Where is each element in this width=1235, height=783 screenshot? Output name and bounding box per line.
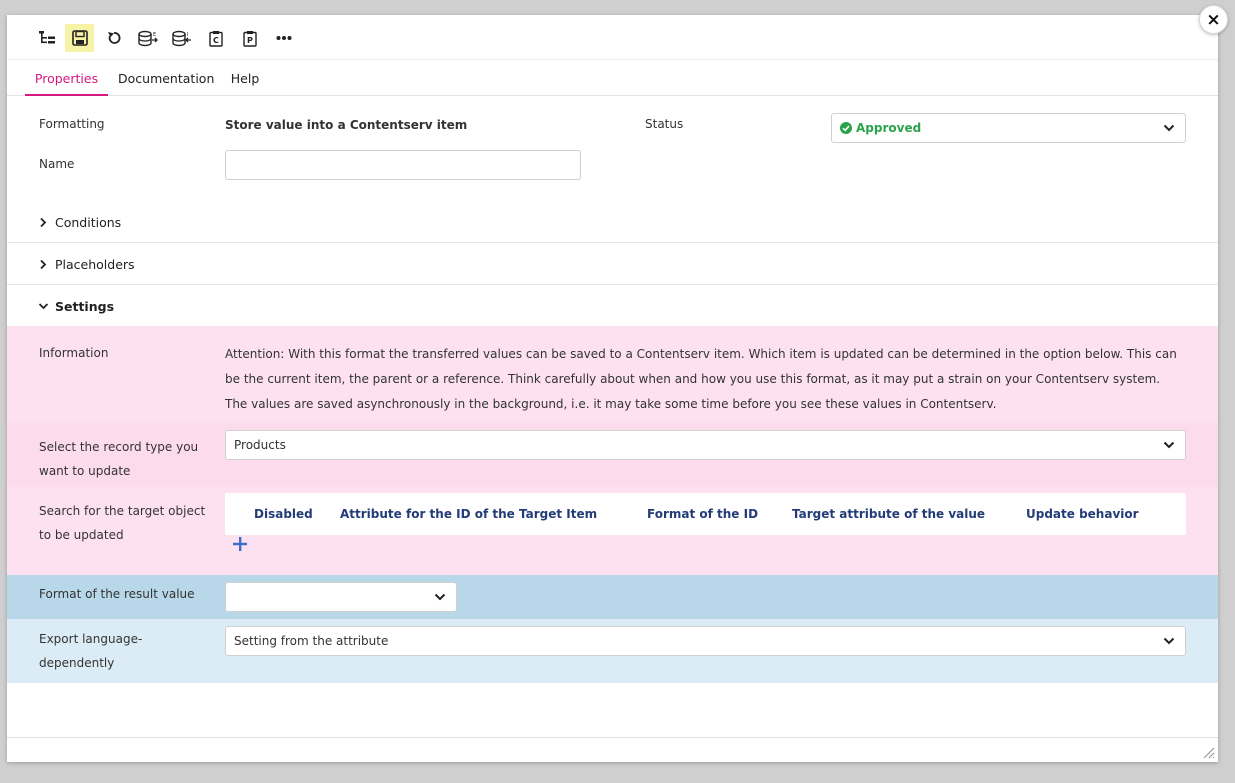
name-label: Name [39, 157, 75, 171]
column-attribute-id: Attribute for the ID of the Target Item [340, 507, 598, 521]
add-row-button[interactable] [233, 537, 247, 554]
chevron-down-icon [38, 303, 49, 310]
export-language-row: Export language-dependently Setting from… [7, 619, 1218, 683]
undo-icon [107, 32, 120, 44]
section-settings-label: Settings [55, 299, 115, 314]
record-type-value: Products [234, 438, 286, 452]
section-placeholders[interactable]: Placeholders [7, 243, 1218, 285]
save-button[interactable] [65, 24, 94, 52]
clipboard-p-button[interactable]: P [235, 24, 264, 52]
column-disabled: Disabled [254, 507, 313, 521]
tree-view-icon [38, 31, 55, 44]
clipboard-c-button[interactable]: C [201, 24, 230, 52]
search-target-row: Search for the target object to be updat… [7, 487, 1218, 575]
format-result-select[interactable] [225, 582, 457, 612]
clipboard-p-icon: P [242, 30, 257, 47]
chevron-down-icon [434, 593, 446, 601]
status-label: Status [645, 117, 684, 131]
chevron-down-icon [1163, 441, 1175, 449]
svg-text:P: P [247, 36, 253, 45]
close-icon: × [1206, 9, 1221, 30]
record-type-label: Select the record type you want to updat… [39, 440, 199, 478]
formatting-label: Formatting [39, 117, 105, 131]
footer-divider [7, 737, 1218, 738]
resize-handle-icon[interactable] [1201, 745, 1215, 759]
database-import-icon: I [171, 30, 191, 46]
information-row: Information Attention: With this format … [7, 326, 1218, 423]
save-icon [71, 30, 88, 46]
svg-text:I: I [187, 32, 188, 38]
export-language-value: Setting from the attribute [234, 634, 389, 648]
section-conditions-label: Conditions [55, 215, 122, 230]
column-format-id: Format of the ID [647, 507, 759, 521]
export-language-label: Export language-dependently [39, 632, 143, 670]
information-label: Information [39, 346, 109, 360]
formatting-value: Store value into a Contentserv item [225, 118, 468, 132]
status-value: Approved [856, 121, 922, 135]
section-placeholders-label: Placeholders [55, 257, 135, 272]
section-conditions[interactable]: Conditions [7, 201, 1218, 243]
export-language-select[interactable]: Setting from the attribute [225, 626, 1186, 656]
tree-view-button[interactable] [32, 24, 61, 52]
more-button[interactable] [269, 24, 298, 52]
tab-help[interactable]: Help [229, 60, 261, 96]
undo-button[interactable] [99, 24, 128, 52]
svg-text:C: C [213, 36, 219, 45]
chevron-right-icon [40, 259, 47, 270]
format-result-row: Format of the result value [7, 575, 1218, 619]
close-button[interactable]: × [1199, 5, 1228, 34]
format-result-label: Format of the result value [39, 587, 195, 601]
chevron-down-icon [1163, 637, 1175, 645]
column-target-attribute: Target attribute of the value [792, 507, 986, 521]
tab-bar: Properties Documentation Help [7, 60, 1218, 96]
record-type-row: Select the record type you want to updat… [7, 423, 1218, 487]
information-text: Attention: With this format the transfer… [225, 347, 1177, 411]
name-input[interactable] [225, 150, 581, 180]
record-type-select[interactable]: Products [225, 430, 1186, 460]
more-icon [276, 36, 291, 40]
check-circle-icon [840, 122, 852, 134]
target-table-header: Disabled Attribute for the ID of the Tar… [225, 493, 1186, 535]
column-update-behavior: Update behavior [1026, 507, 1139, 521]
search-target-label: Search for the target object to be updat… [39, 504, 206, 542]
chevron-down-icon [1163, 124, 1175, 132]
database-export-button[interactable]: E [133, 24, 162, 52]
tab-documentation[interactable]: Documentation [118, 60, 214, 96]
database-import-button[interactable]: I [167, 24, 196, 52]
section-settings[interactable]: Settings [7, 285, 1218, 327]
chevron-right-icon [40, 217, 47, 228]
plus-icon [233, 537, 247, 551]
tab-properties[interactable]: Properties [25, 60, 108, 96]
clipboard-c-icon: C [208, 30, 223, 47]
properties-dialog: E I C P Properties Documentation Help Fo… [7, 15, 1218, 762]
status-select[interactable]: Approved [831, 113, 1186, 143]
toolbar: E I C P [7, 15, 1218, 60]
status-approved: Approved [840, 121, 921, 135]
svg-text:E: E [153, 32, 156, 38]
database-export-icon: E [137, 30, 158, 46]
